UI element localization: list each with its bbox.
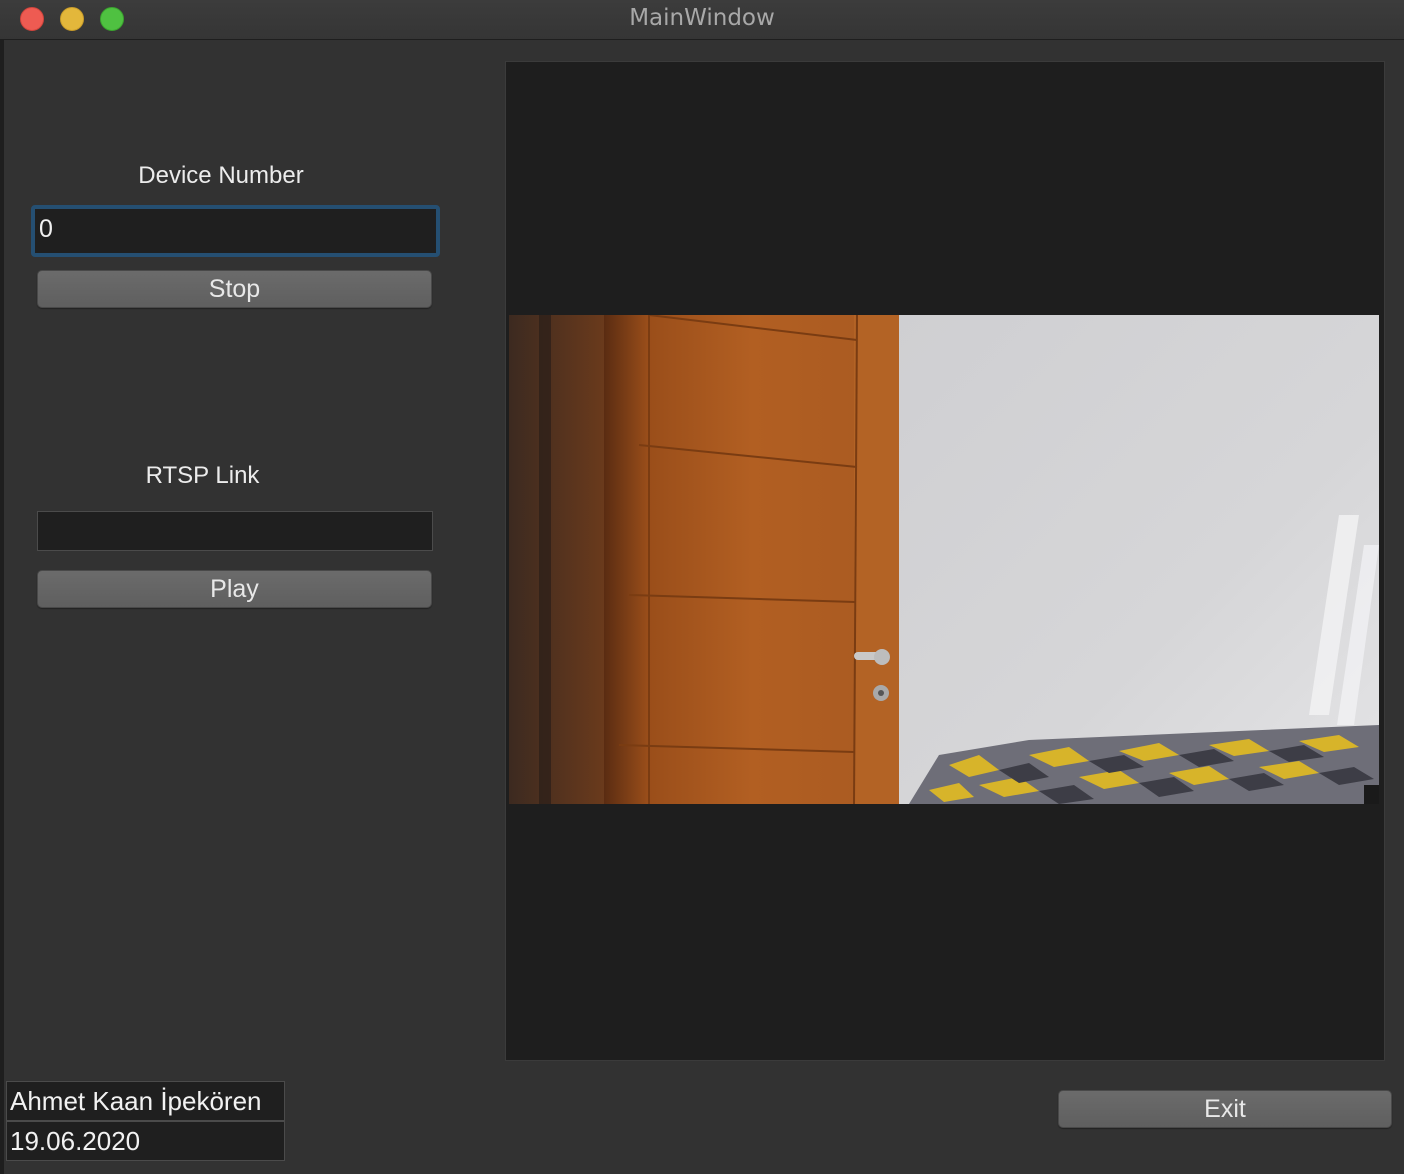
camera-feed-frame [509,315,1379,804]
camera-feed-image [509,315,1379,804]
window-title: MainWindow [629,5,775,31]
rtsp-link-label: RTSP Link [145,462,260,489]
title-bar[interactable]: MainWindow [0,0,1404,40]
device-number-label: Device Number [138,162,304,189]
author-name-field: Ahmet Kaan İpekören [6,1081,285,1121]
exit-button[interactable]: Exit [1058,1090,1392,1128]
main-window: MainWindow Device Number 0 Stop RTSP Lin… [0,0,1404,1174]
device-number-input[interactable]: 0 [31,205,440,257]
play-button[interactable]: Play [37,570,432,608]
stop-button[interactable]: Stop [37,270,432,308]
rtsp-link-input[interactable] [37,511,433,551]
date-field: 19.06.2020 [6,1121,285,1161]
video-display-panel [505,61,1385,1061]
window-left-edge [0,40,4,1174]
